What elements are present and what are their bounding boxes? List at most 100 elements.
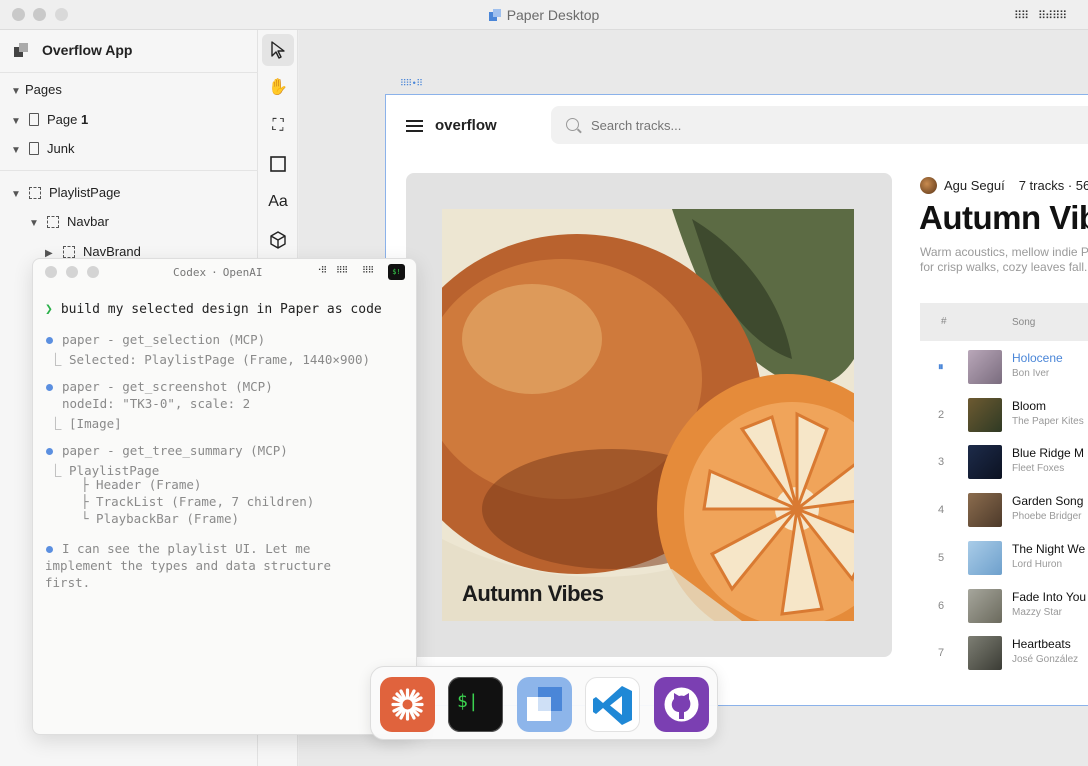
design-canvas[interactable]: ⠿⠿ • ⠿ overflow Search tracks... Autumn … xyxy=(299,30,1088,766)
track-number: 2 xyxy=(938,408,945,421)
track-title[interactable]: Holocene xyxy=(1012,351,1063,365)
paper-logo-icon xyxy=(488,8,501,21)
close-window-button[interactable] xyxy=(45,266,57,278)
codex-window-title: Codex · OpenAI xyxy=(173,266,263,279)
frame-icon xyxy=(47,216,59,228)
pause-icon[interactable]: ⏸ xyxy=(938,361,943,374)
pages-section-header[interactable]: ▼ Pages xyxy=(11,82,62,97)
track-artist[interactable]: José González xyxy=(1012,654,1078,665)
track-thumbnail xyxy=(968,636,1002,671)
layer-playlistpage[interactable]: ▼ PlaylistPage xyxy=(11,185,121,200)
minimize-window-button[interactable] xyxy=(66,266,78,278)
layer-navbrand[interactable]: ▶ NavBrand xyxy=(45,244,141,259)
track-number: 3 xyxy=(938,456,945,469)
track-thumbnail xyxy=(968,588,1002,623)
user-prompt: ❯ build my selected design in Paper as co… xyxy=(45,302,382,317)
chevron-down-icon[interactable]: ▼ xyxy=(11,116,25,127)
tree-line: ├ Header (Frame) xyxy=(81,477,202,492)
text-icon: Aa xyxy=(268,193,288,210)
track-thumbnail xyxy=(968,493,1002,528)
grid-menu-icon[interactable]: ⠿⠿ xyxy=(1014,9,1029,22)
codex-terminal-window: Codex · OpenAI ⠐⠿ ⠿⠿ ⠿⠿ $! ❯ build my selec… xyxy=(32,258,417,735)
frame-tool-button[interactable]: ⛶ xyxy=(262,110,294,142)
hand-tool-button[interactable]: ✋ xyxy=(262,72,294,104)
github-desktop-app-icon[interactable] xyxy=(654,677,709,732)
assistant-message-line: first. xyxy=(45,575,91,590)
tool-call-line: paper - get_selection (MCP) xyxy=(62,332,266,347)
chevron-down-icon[interactable]: ▼ xyxy=(11,145,25,156)
project-name: Overflow App xyxy=(42,42,133,58)
playlist-page-frame[interactable]: overflow Search tracks... Autumn Vibes A… xyxy=(385,94,1088,706)
track-artist[interactable]: Fleet Foxes xyxy=(1012,463,1064,474)
search-icon xyxy=(566,118,579,131)
paper-app-icon[interactable] xyxy=(517,677,572,732)
column-song[interactable]: Song xyxy=(1012,317,1035,328)
track-title[interactable]: Heartbeats xyxy=(1012,637,1071,651)
frame-icon: ⛶ xyxy=(272,117,284,134)
chevron-down-icon[interactable]: ▼ xyxy=(11,189,25,200)
track-artist[interactable]: The Paper Kites xyxy=(1012,416,1084,427)
track-title[interactable]: The Night We xyxy=(1012,542,1085,556)
layer-navbar[interactable]: ▼ Navbar xyxy=(29,214,109,229)
frame-handle[interactable]: ⠿⠿ • ⠿ xyxy=(400,78,423,89)
tool-result-line: ⎿ Selected: PlaylistPage (Frame, 1440×90… xyxy=(49,352,371,367)
track-row[interactable]: 7 Heartbeats José González xyxy=(920,633,1088,677)
track-row[interactable]: 4 Garden Song Phoebe Bridger xyxy=(920,490,1088,534)
track-number: 5 xyxy=(938,551,945,564)
track-artist[interactable]: Bon Iver xyxy=(1012,368,1049,379)
zoom-window-button[interactable] xyxy=(87,266,99,278)
track-title[interactable]: Bloom xyxy=(1012,399,1046,413)
terminal-app-icon[interactable]: $| xyxy=(448,677,503,732)
tool-call-line: paper - get_tree_summary (MCP) xyxy=(62,443,288,458)
page-item-junk[interactable]: ▼ Junk xyxy=(11,141,74,156)
svg-text:$|: $| xyxy=(457,691,479,712)
track-title[interactable]: Blue Ridge M xyxy=(1012,446,1084,460)
vscode-app-icon[interactable] xyxy=(585,677,640,732)
track-row[interactable]: 5 The Night We Lord Huron xyxy=(920,538,1088,582)
track-number: 6 xyxy=(938,599,945,612)
search-input[interactable] xyxy=(551,106,1088,144)
project-icon xyxy=(14,43,28,57)
hand-icon: ✋ xyxy=(268,79,288,96)
text-tool-button[interactable]: Aa xyxy=(262,186,294,218)
page-icon xyxy=(29,113,39,126)
track-title[interactable]: Garden Song xyxy=(1012,494,1083,508)
frame-icon xyxy=(29,187,41,199)
track-row[interactable]: 2 Bloom The Paper Kites xyxy=(920,395,1088,439)
track-artist[interactable]: Mazzy Star xyxy=(1012,607,1062,618)
terminal-icon[interactable]: $! xyxy=(388,264,405,280)
claude-app-icon[interactable] xyxy=(380,677,435,732)
tool-call-bullet xyxy=(46,448,53,455)
track-title[interactable]: Fade Into You xyxy=(1012,590,1086,604)
tool-call-bullet xyxy=(46,337,53,344)
track-artist[interactable]: Phoebe Bridger xyxy=(1012,511,1082,522)
more-menu-icon[interactable]: ⠿⠾⠿⠿ xyxy=(1038,9,1067,22)
apps-icon[interactable]: ⠿⠿ xyxy=(362,266,374,276)
track-artist[interactable]: Lord Huron xyxy=(1012,559,1062,570)
rectangle-icon xyxy=(270,156,286,172)
chevron-down-icon[interactable]: ▼ xyxy=(29,218,43,229)
track-thumbnail xyxy=(968,445,1002,480)
grid-icon[interactable]: ⠐⠿ xyxy=(315,266,327,276)
track-summary: 7 tracks · 56 xyxy=(1018,178,1088,193)
assistant-message-line: I can see the playlist UI. Let me xyxy=(62,541,311,556)
project-header[interactable]: Overflow App xyxy=(14,42,133,58)
prompt-text: build my selected design in Paper as cod… xyxy=(60,302,382,317)
component-tool-button[interactable] xyxy=(262,224,294,256)
chevron-down-icon[interactable]: ▼ xyxy=(11,86,25,97)
tree-line: └ PlaybackBar (Frame) xyxy=(81,511,240,526)
artwork-title: Autumn Vibes xyxy=(462,581,604,606)
rectangle-tool-button[interactable] xyxy=(262,148,294,180)
dots-icon[interactable]: ⠿⠿ xyxy=(336,266,348,276)
select-tool-button[interactable] xyxy=(262,34,294,66)
page-item-page-1[interactable]: ▼ Page 1 xyxy=(11,112,88,127)
oranges-illustration xyxy=(442,209,854,621)
menu-icon[interactable] xyxy=(406,120,423,132)
brand-name: overflow xyxy=(435,117,497,134)
track-row[interactable]: 3 Blue Ridge M Fleet Foxes xyxy=(920,442,1088,486)
playlist-description: Warm acoustics, mellow indie Perfect for… xyxy=(920,245,1088,274)
track-row[interactable]: 6 Fade Into You Mazzy Star xyxy=(920,586,1088,630)
track-row[interactable]: ⏸ Holocene Bon Iver xyxy=(920,347,1088,391)
author-name[interactable]: Agu Seguí xyxy=(944,178,1005,193)
avatar[interactable] xyxy=(920,177,937,194)
